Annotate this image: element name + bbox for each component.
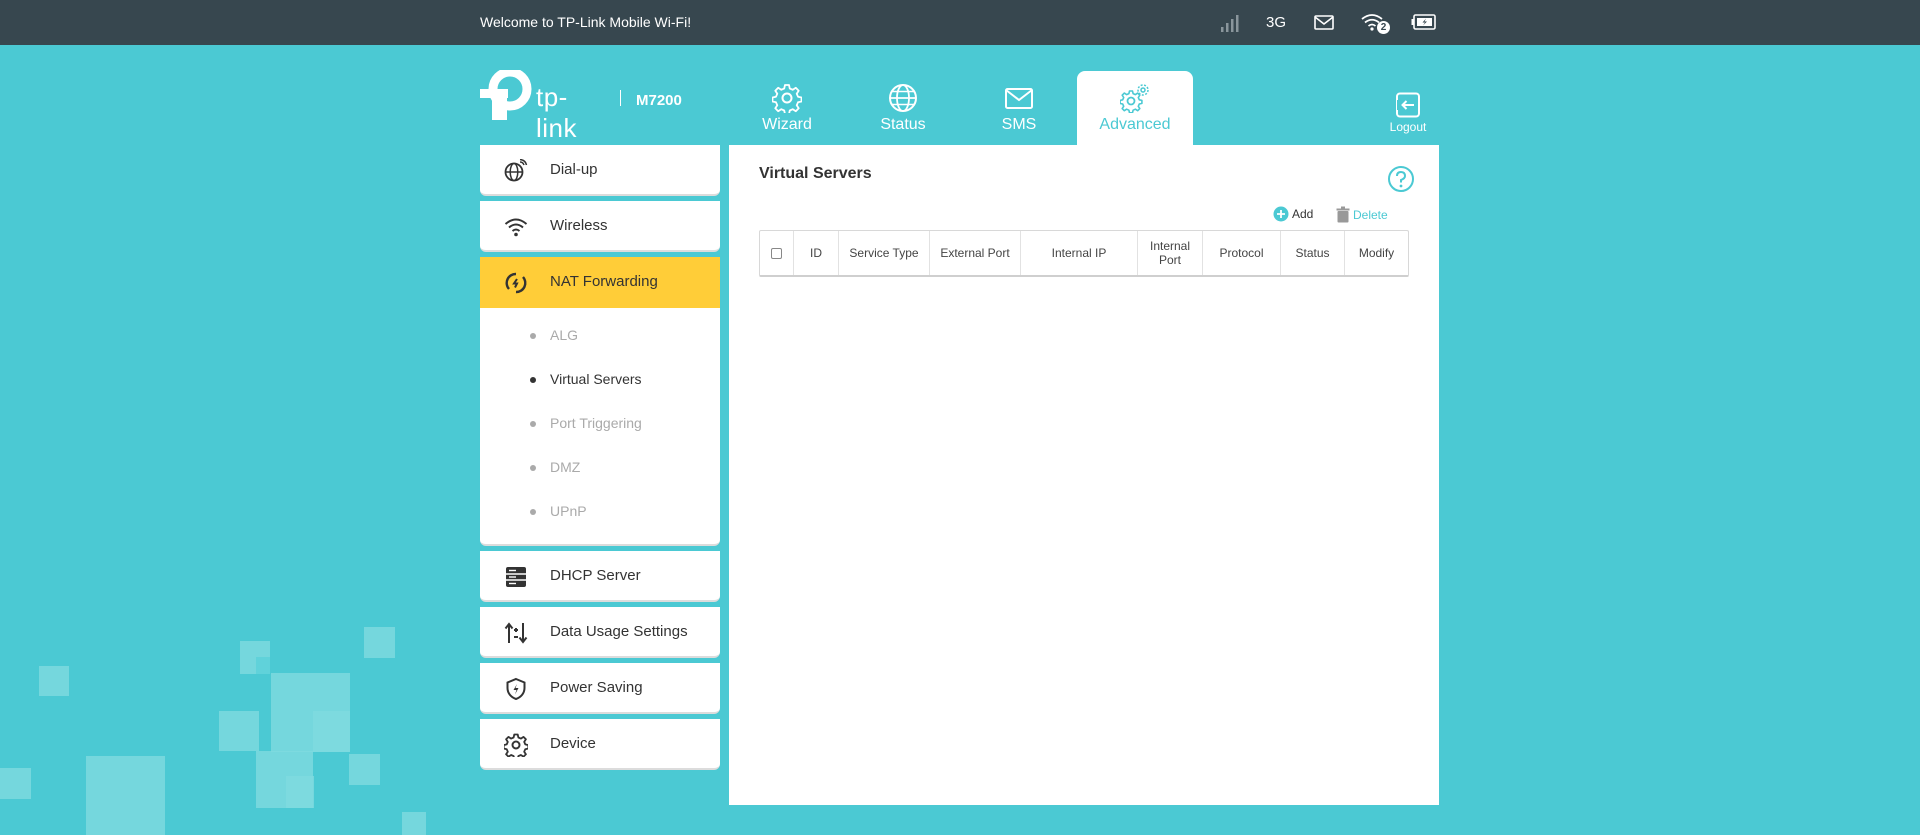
logout-button[interactable]: Logout [1385,92,1431,134]
network-type: 3G [1266,14,1287,31]
column-header-internal-port[interactable]: Internal Port [1138,231,1203,275]
server-icon [506,567,526,587]
sidebar-item-label: Wireless [550,217,608,234]
submenu-item-label: Virtual Servers [550,371,642,387]
bullet-icon [530,377,536,383]
sidebar-item-dhcp-server[interactable]: DHCP Server [480,551,720,602]
nat-forwarding-icon [505,272,527,294]
power-saving-shield-icon [506,677,526,701]
wifi-icon [504,218,528,237]
tp-link-logo-icon [480,70,532,120]
brand-name: tp-link [536,82,578,143]
logo-divider [620,90,621,106]
submenu-item-alg[interactable]: ALG [480,314,720,358]
submenu-item-port-triggering[interactable]: Port Triggering [480,402,720,446]
tab-label: Advanced [1099,116,1171,133]
add-label: Add [1292,207,1314,221]
logout-label: Logout [1389,120,1427,134]
signal-strength-icon [1221,15,1239,32]
tab-advanced[interactable]: Advanced [1077,71,1193,145]
gears-icon [1120,84,1149,113]
tab-label: Wizard [762,116,812,133]
submenu-item-virtual-servers[interactable]: Virtual Servers [480,358,720,402]
model-name: M7200 [636,92,682,109]
mail-icon[interactable] [1314,15,1334,30]
gear-icon [504,733,528,757]
tab-label: Status [880,116,926,133]
delete-label: Delete [1353,207,1388,222]
sidebar-item-label: NAT Forwarding [550,273,658,290]
column-header-service-type[interactable]: Service Type [839,231,930,275]
bullet-icon [530,421,536,427]
envelope-icon [1005,88,1033,109]
sidebar-item-power-saving[interactable]: Power Saving [480,663,720,714]
nat-forwarding-submenu: ALG Virtual Servers Port Triggering DMZ … [480,308,720,546]
dial-up-globe-icon [504,159,528,182]
delete-button[interactable]: Delete [1336,206,1388,223]
sidebar-menu: Dial-up Wireless NAT Forwarding ALG Virt… [480,145,720,775]
sidebar-item-dial-up[interactable]: Dial-up [480,145,720,196]
tab-sms[interactable]: SMS [961,71,1077,145]
bullet-icon [530,509,536,515]
plus-circle-icon [1273,206,1289,222]
trash-icon [1336,206,1350,223]
sidebar-item-label: Power Saving [550,679,643,696]
submenu-item-label: DMZ [550,459,581,475]
sidebar-item-data-usage-settings[interactable]: Data Usage Settings [480,607,720,658]
submenu-item-label: UPnP [550,503,587,519]
main-content-panel: Virtual Servers Add Delete ID Service Ty… [729,145,1439,805]
bullet-icon [530,333,536,339]
top-status-bar: Welcome to TP-Link Mobile Wi-Fi! 3G 2 [0,0,1920,45]
welcome-text: Welcome to TP-Link Mobile Wi-Fi! [480,14,692,30]
column-header-modify[interactable]: Modify [1345,231,1408,275]
column-header-protocol[interactable]: Protocol [1203,231,1281,275]
tab-label: SMS [1001,116,1037,133]
submenu-item-upnp[interactable]: UPnP [480,490,720,534]
tab-wizard[interactable]: Wizard [729,71,845,145]
column-header-external-port[interactable]: External Port [930,231,1021,275]
add-button[interactable]: Add [1273,206,1313,222]
page-title: Virtual Servers [759,165,872,182]
help-icon[interactable] [1387,165,1415,193]
data-usage-icon [504,622,528,644]
submenu-item-label: ALG [550,327,579,343]
column-header-id[interactable]: ID [794,231,839,275]
sidebar-item-label: Dial-up [550,161,598,178]
select-all-cell [760,231,794,275]
wifi-client-count: 2 [1377,21,1390,34]
tab-status[interactable]: Status [845,71,961,145]
submenu-item-label: Port Triggering [550,415,642,431]
sidebar-item-label: Data Usage Settings [550,623,688,640]
sidebar-item-wireless[interactable]: Wireless [480,201,720,252]
bullet-icon [530,465,536,471]
virtual-servers-table: ID Service Type External Port Internal I… [759,230,1409,277]
globe-icon [889,84,917,112]
sidebar-item-device[interactable]: Device [480,719,720,770]
logout-icon [1396,92,1420,118]
sidebar-item-label: Device [550,735,596,752]
column-header-status[interactable]: Status [1281,231,1345,275]
submenu-item-dmz[interactable]: DMZ [480,446,720,490]
select-all-checkbox[interactable] [771,247,782,259]
sidebar-item-label: DHCP Server [550,567,641,584]
battery-icon [1411,14,1436,30]
sidebar-item-nat-forwarding[interactable]: NAT Forwarding [480,257,720,308]
gear-icon [772,84,802,113]
column-header-internal-ip[interactable]: Internal IP [1021,231,1138,275]
